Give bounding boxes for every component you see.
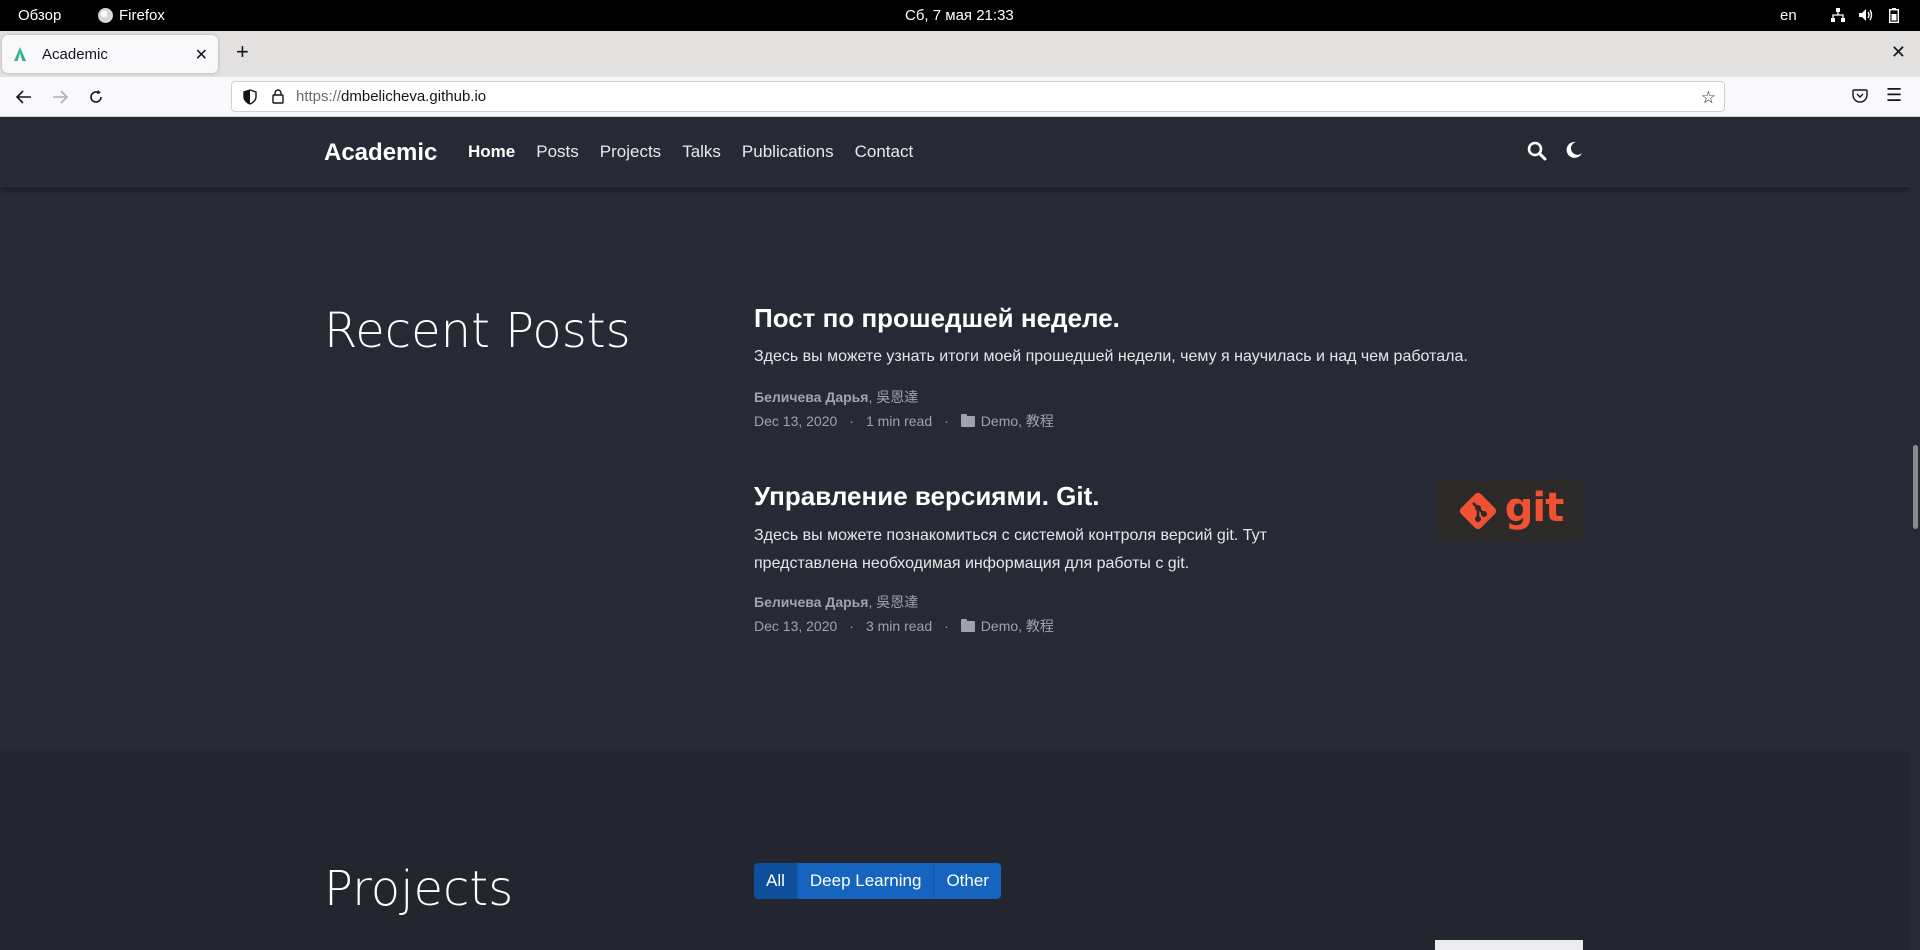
folder-icon	[960, 413, 975, 427]
post-2-read-time: 3 min read	[865, 618, 933, 634]
network-icon	[1830, 7, 1846, 23]
keyboard-layout[interactable]: en	[1780, 7, 1797, 24]
filter-other-button[interactable]: Other	[934, 863, 1001, 899]
meta-separator: ·	[849, 413, 854, 429]
tab-title: Academic	[42, 45, 108, 63]
post-2-summary-line-1: Здесь вы можете познакомиться с системой…	[754, 527, 1267, 544]
url-host: dmbelicheva.github.io	[341, 88, 487, 105]
post-1-meta: Dec 13, 2020 · 1 min read · Demo, 教程	[754, 411, 1054, 431]
forward-button[interactable]	[48, 85, 72, 109]
battery-icon	[1886, 7, 1902, 23]
tab-strip: Academic ✕ + ✕	[0, 31, 1920, 77]
site-nav-links: Home Posts Projects Talks Publications C…	[468, 142, 934, 162]
back-button[interactable]	[12, 85, 36, 109]
recent-posts-heading: Recent Posts	[324, 303, 631, 359]
project-filter-group: All Deep Learning Other	[754, 863, 1001, 899]
hamburger-menu-icon[interactable]: ☰	[1886, 85, 1902, 106]
app-menu[interactable]: Firefox	[98, 7, 165, 24]
nav-talks[interactable]: Talks	[682, 142, 721, 162]
meta-separator: ·	[849, 618, 854, 634]
post-2-summary: Здесь вы можете познакомиться с системой…	[754, 522, 1267, 578]
projects-section	[0, 751, 1910, 950]
system-top-bar: Обзор Firefox Сб, 7 мая 21:33 en	[0, 0, 1920, 31]
post-1-date: Dec 13, 2020	[754, 413, 838, 429]
academic-favicon-icon	[12, 46, 28, 62]
close-tab-icon[interactable]: ✕	[195, 45, 208, 65]
post-2-summary-line-2: представлена необходимая информация для …	[754, 555, 1190, 572]
post-1-summary: Здесь вы можете узнать итоги моей прошед…	[754, 348, 1468, 365]
post-2-categories[interactable]: Demo, 教程	[981, 616, 1054, 636]
post-1-read-time: 1 min read	[865, 413, 933, 429]
page-scrollbar[interactable]	[1910, 117, 1920, 950]
lock-icon[interactable]	[270, 89, 286, 105]
tracking-protection-shield-icon[interactable]	[242, 88, 258, 105]
volume-icon	[1858, 7, 1874, 23]
post-1-authors: Беличева Дарья, 吳恩達	[754, 387, 918, 407]
post-1-author-link[interactable]: Беличева Дарья	[754, 389, 868, 405]
nav-posts[interactable]: Posts	[536, 142, 579, 162]
dark-mode-moon-icon[interactable]	[1565, 141, 1585, 161]
filter-deep-learning-button[interactable]: Deep Learning	[797, 863, 935, 899]
project-thumbnail[interactable]	[1435, 940, 1583, 950]
new-tab-button[interactable]: +	[236, 41, 249, 63]
app-name: Firefox	[119, 7, 165, 24]
url-bar[interactable]: https://dmbelicheva.github.io ☆	[231, 81, 1725, 112]
git-logo-thumbnail[interactable]: git	[1435, 479, 1583, 542]
post-2-authors: Беличева Дарья, 吳恩達	[754, 592, 918, 612]
git-diamond-icon	[1459, 492, 1496, 529]
reload-button[interactable]	[84, 85, 108, 109]
activities-button[interactable]: Обзор	[18, 7, 61, 24]
clock[interactable]: Сб, 7 мая 21:33	[905, 7, 1014, 24]
scrollbar-thumb[interactable]	[1913, 445, 1918, 529]
bookmark-star-icon[interactable]: ☆	[1701, 88, 1716, 108]
meta-separator: ·	[944, 618, 949, 634]
post-2-coauthor: , 吳恩達	[868, 594, 919, 610]
site-brand[interactable]: Academic	[324, 139, 437, 167]
tab-academic[interactable]: Academic ✕	[2, 35, 218, 73]
search-icon[interactable]	[1527, 141, 1547, 161]
post-2-title[interactable]: Управление версиями. Git.	[754, 481, 1099, 512]
post-1-coauthor: , 吳恩達	[868, 389, 919, 405]
post-2-author-link[interactable]: Беличева Дарья	[754, 594, 868, 610]
filter-all-button[interactable]: All	[754, 863, 798, 899]
folder-icon	[960, 618, 975, 632]
post-1-categories[interactable]: Demo, 教程	[981, 411, 1054, 431]
git-thumb-text: git	[1504, 484, 1564, 531]
nav-contact[interactable]: Contact	[855, 142, 914, 162]
nav-home[interactable]: Home	[468, 142, 515, 162]
nav-publications[interactable]: Publications	[742, 142, 834, 162]
system-tray[interactable]	[1830, 7, 1902, 23]
post-2-meta: Dec 13, 2020 · 3 min read · Demo, 教程	[754, 616, 1054, 636]
pocket-icon[interactable]	[1851, 87, 1869, 105]
navigation-toolbar: https://dmbelicheva.github.io ☆ ☰	[0, 77, 1920, 117]
meta-separator: ·	[944, 413, 949, 429]
site-navbar: Academic Home Posts Projects Talks Publi…	[0, 117, 1910, 187]
nav-projects[interactable]: Projects	[600, 142, 661, 162]
close-window-icon[interactable]: ✕	[1891, 42, 1906, 63]
web-page: Academic Home Posts Projects Talks Publi…	[0, 117, 1920, 950]
projects-heading: Projects	[324, 861, 514, 917]
post-1-title[interactable]: Пост по прошедшей неделе.	[754, 303, 1120, 334]
url-scheme: https://	[296, 88, 342, 105]
post-2-date: Dec 13, 2020	[754, 618, 838, 634]
url-text: https://dmbelicheva.github.io	[296, 88, 486, 105]
firefox-icon	[98, 8, 113, 23]
